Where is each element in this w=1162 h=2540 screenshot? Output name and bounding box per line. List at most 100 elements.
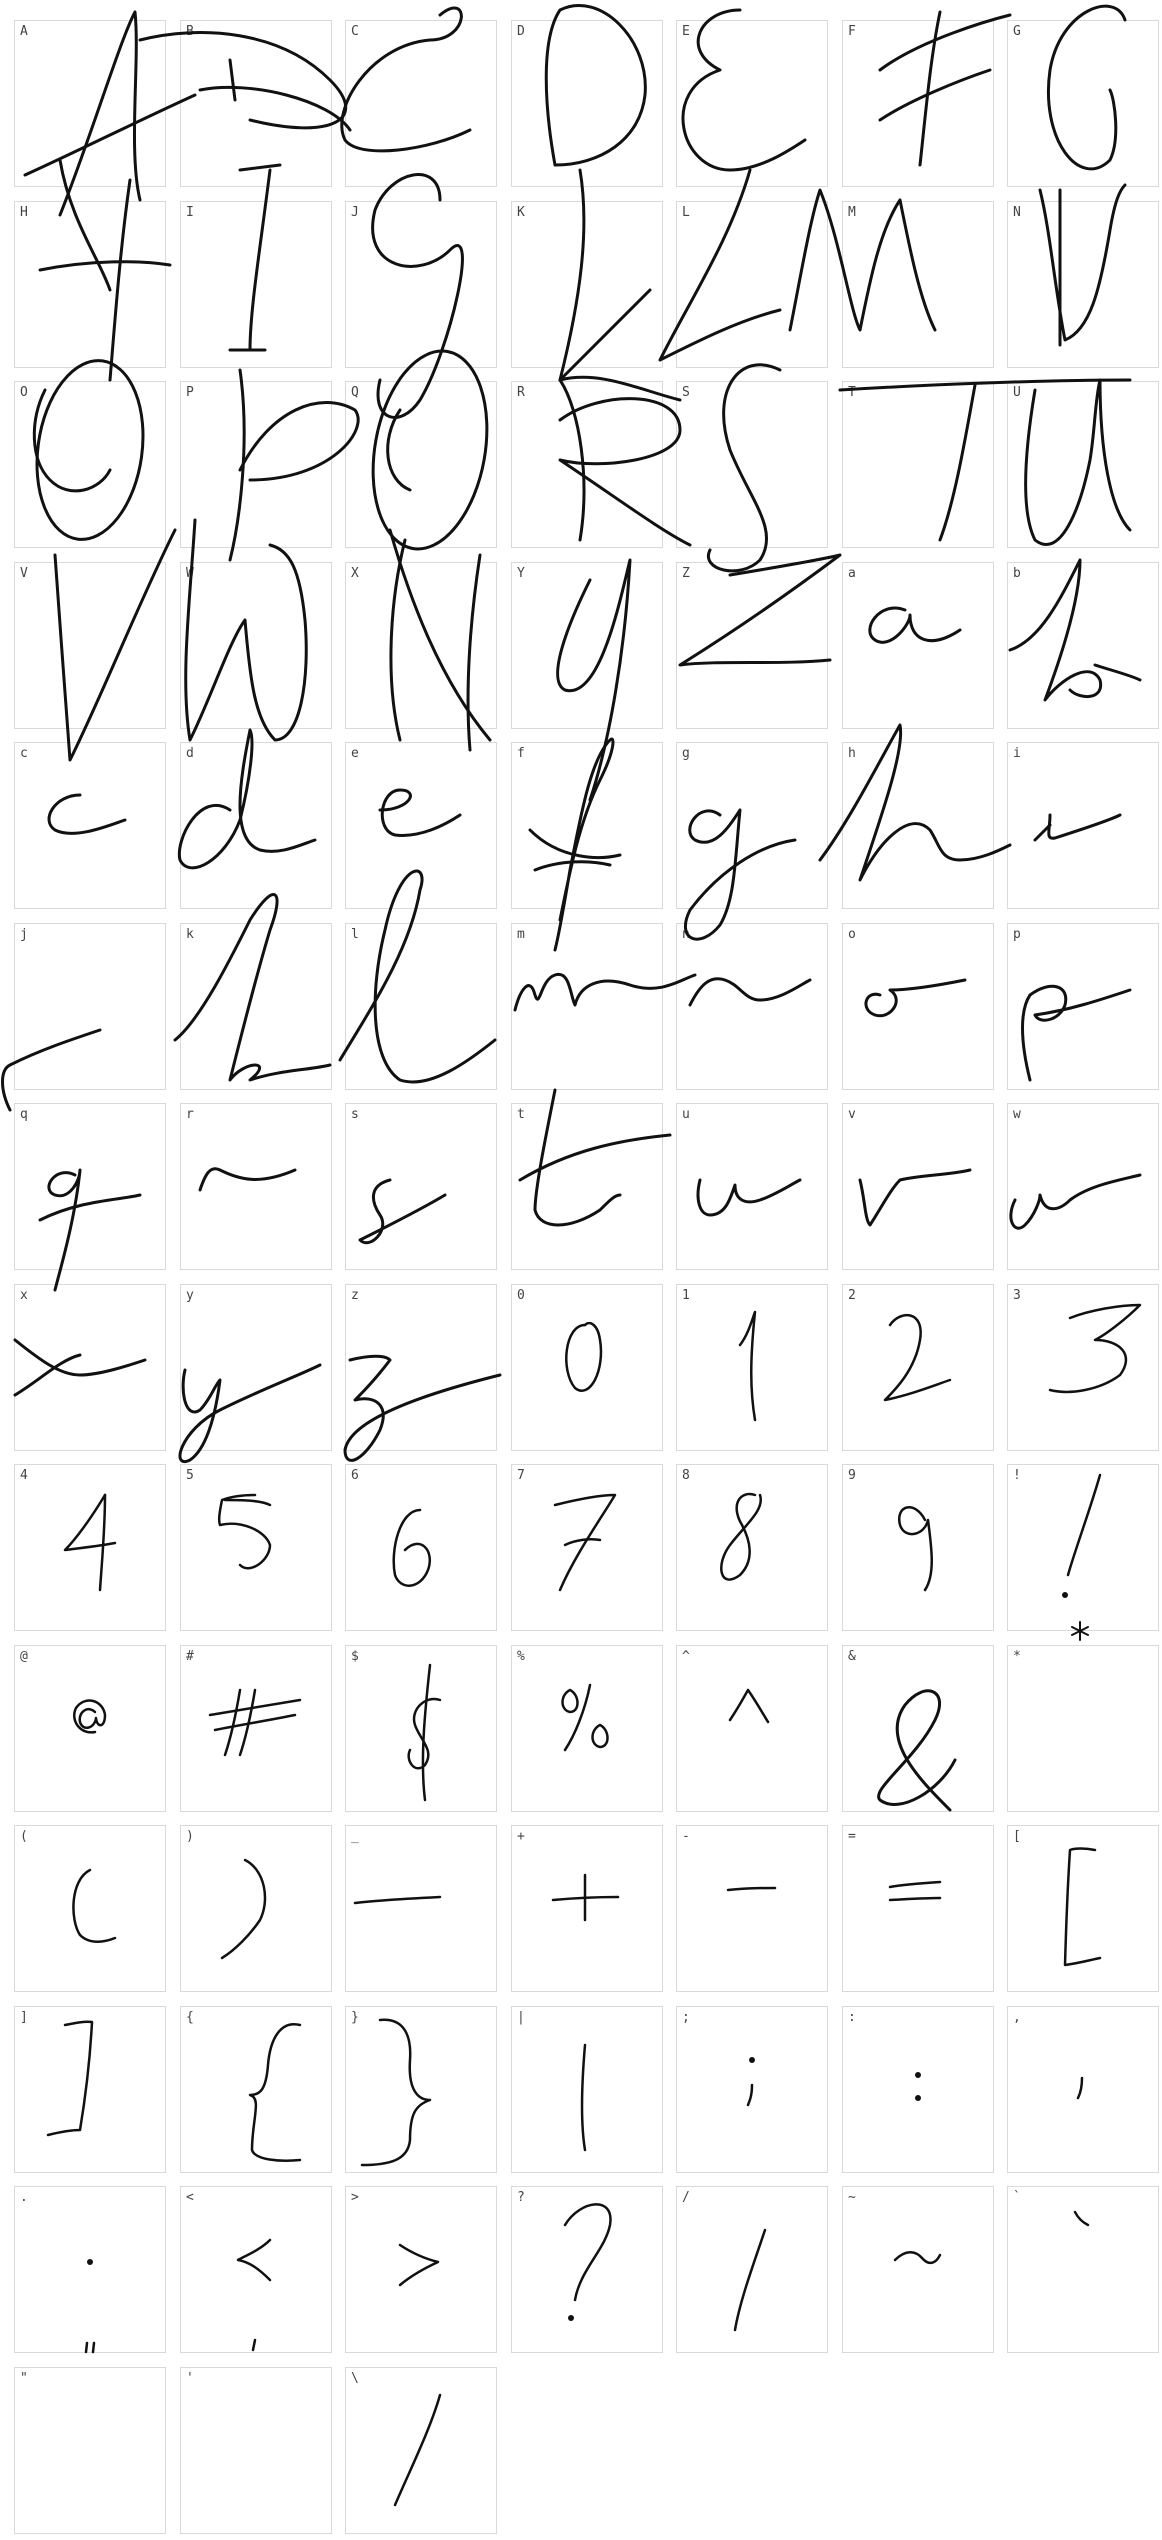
- glyph-label: I: [186, 205, 194, 220]
- glyph-cell: P: [180, 381, 332, 548]
- glyph-label: 8: [682, 1468, 690, 1483]
- glyph-label: }: [351, 2010, 359, 2025]
- glyph-label: a: [848, 566, 856, 581]
- glyph-label: h: [848, 746, 856, 761]
- glyph-cell: Y: [511, 562, 663, 729]
- glyph-cell: V: [14, 562, 166, 729]
- glyph-label: =: [848, 1829, 856, 1844]
- glyph-label: n: [682, 927, 690, 942]
- glyph-label: Z: [682, 566, 690, 581]
- glyph-label: R: [517, 385, 525, 400]
- glyph-cell: ]: [14, 2006, 166, 2173]
- glyph-label: c: [20, 746, 28, 761]
- glyph-cell: +: [511, 1825, 663, 1992]
- glyph-cell: ,: [1007, 2006, 1159, 2173]
- glyph-cell: N: [1007, 201, 1159, 368]
- glyph-label: f: [517, 746, 525, 761]
- glyph-cell: w: [1007, 1103, 1159, 1270]
- glyph-cell: e: [345, 742, 497, 909]
- glyph-label: 0: [517, 1288, 525, 1303]
- glyph-label: 3: [1013, 1288, 1021, 1303]
- glyph-label: i: [1013, 746, 1021, 761]
- glyph-cell: 2: [842, 1284, 994, 1451]
- glyph-cell: b: [1007, 562, 1159, 729]
- glyph-label: 2: [848, 1288, 856, 1303]
- glyph-cell: K: [511, 201, 663, 368]
- glyph-label: +: [517, 1829, 525, 1844]
- glyph-cell: F: [842, 20, 994, 187]
- glyph-label: A: [20, 24, 28, 39]
- glyph-label: &: [848, 1649, 856, 1664]
- glyph-cell: \: [345, 2367, 497, 2534]
- glyph-label: J: [351, 205, 359, 220]
- glyph-cell: 3: [1007, 1284, 1159, 1451]
- glyph-cell: ?: [511, 2186, 663, 2353]
- glyph-cell: >: [345, 2186, 497, 2353]
- glyph-label: #: [186, 1649, 194, 1664]
- glyph-label: ]: [20, 2010, 28, 2025]
- glyph-cell: 9: [842, 1464, 994, 1631]
- glyph-label: X: [351, 566, 359, 581]
- glyph-cell: @: [14, 1645, 166, 1812]
- glyph-cell: ": [14, 2367, 166, 2534]
- glyph-label: T: [848, 385, 856, 400]
- glyph-cell: B: [180, 20, 332, 187]
- glyph-cell: i: [1007, 742, 1159, 909]
- glyph-cell: f: [511, 742, 663, 909]
- glyph-label: u: [682, 1107, 690, 1122]
- glyph-label: s: [351, 1107, 359, 1122]
- glyph-cell: q: [14, 1103, 166, 1270]
- glyph-label: z: [351, 1288, 359, 1303]
- glyph-cell: r: [180, 1103, 332, 1270]
- glyph-label: U: [1013, 385, 1021, 400]
- glyph-cell: }: [345, 2006, 497, 2173]
- glyph-cell: ): [180, 1825, 332, 1992]
- glyph-cell: 5: [180, 1464, 332, 1631]
- glyph-label: e: [351, 746, 359, 761]
- glyph-cell: Q: [345, 381, 497, 548]
- glyph-cell: y: [180, 1284, 332, 1451]
- glyph-label: 4: [20, 1468, 28, 1483]
- glyph-cell: -: [676, 1825, 828, 1992]
- glyph-label: ,: [1013, 2010, 1021, 2025]
- glyph-label: P: [186, 385, 194, 400]
- glyph-label: V: [20, 566, 28, 581]
- glyph-label: v: [848, 1107, 856, 1122]
- glyph-label: 6: [351, 1468, 359, 1483]
- glyph-label: \: [351, 2371, 359, 2386]
- glyph-cell: ~: [842, 2186, 994, 2353]
- glyph-cell: v: [842, 1103, 994, 1270]
- glyph-label: C: [351, 24, 359, 39]
- glyph-cell: :: [842, 2006, 994, 2173]
- glyph-label: >: [351, 2190, 359, 2205]
- glyph-cell: ;: [676, 2006, 828, 2173]
- glyph-cell: t: [511, 1103, 663, 1270]
- glyph-label: w: [1013, 1107, 1021, 1122]
- glyph-cell: $: [345, 1645, 497, 1812]
- glyph-cell: %: [511, 1645, 663, 1812]
- glyph-cell: 1: [676, 1284, 828, 1451]
- glyph-label: g: [682, 746, 690, 761]
- glyph-label: {: [186, 2010, 194, 2025]
- glyph-cell: [: [1007, 1825, 1159, 1992]
- glyph-cell: c: [14, 742, 166, 909]
- glyph-cell: W: [180, 562, 332, 729]
- glyph-cell: 7: [511, 1464, 663, 1631]
- glyph-cell: 6: [345, 1464, 497, 1631]
- glyph-cell: E: [676, 20, 828, 187]
- glyph-label: m: [517, 927, 525, 942]
- glyph-label: *: [1013, 1649, 1021, 1664]
- glyph-label: :: [848, 2010, 856, 2025]
- glyph-cell: z: [345, 1284, 497, 1451]
- glyph-cell: U: [1007, 381, 1159, 548]
- glyph-label: -: [682, 1829, 690, 1844]
- glyph-cell: {: [180, 2006, 332, 2173]
- glyph-cell: d: [180, 742, 332, 909]
- glyph-cell: *: [1007, 1645, 1159, 1812]
- glyph-cell: u: [676, 1103, 828, 1270]
- glyph-label: _: [351, 1829, 359, 1844]
- glyph-label: K: [517, 205, 525, 220]
- glyph-cell: _: [345, 1825, 497, 1992]
- glyph-label: (: [20, 1829, 28, 1844]
- glyph-label: M: [848, 205, 856, 220]
